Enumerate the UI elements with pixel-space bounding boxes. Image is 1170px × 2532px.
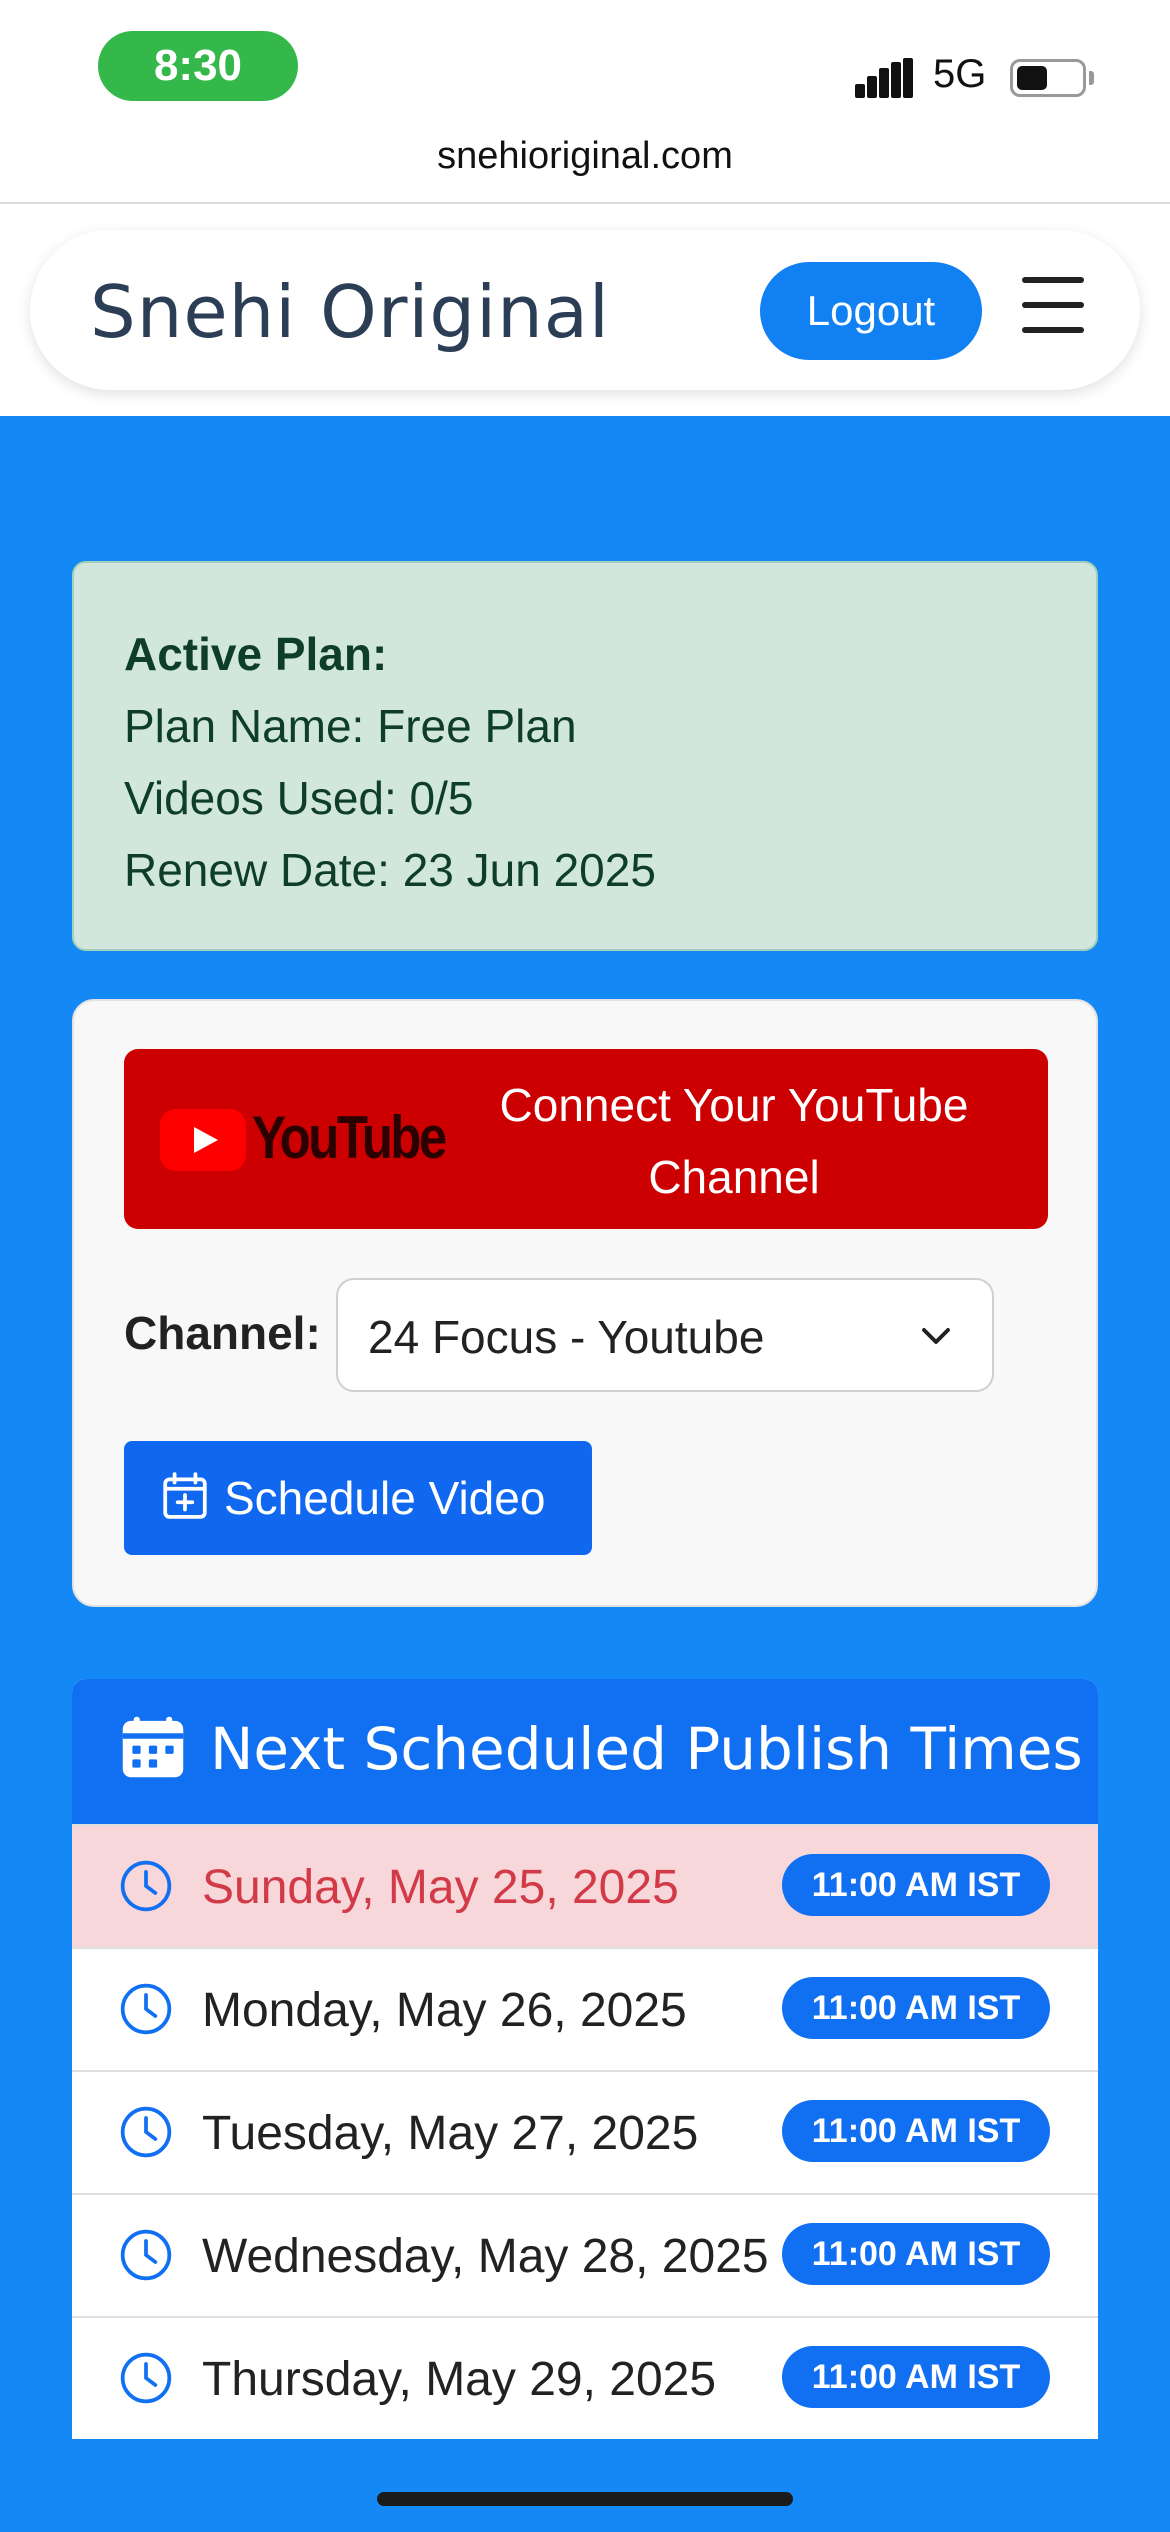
chevron-down-icon xyxy=(922,1328,950,1344)
time-badge: 11:00 AM IST xyxy=(782,2223,1050,2285)
logout-button[interactable]: Logout xyxy=(760,262,982,360)
home-indicator[interactable] xyxy=(377,2492,793,2506)
network-type: 5G xyxy=(933,52,987,96)
clock-icon xyxy=(120,1860,172,1912)
connect-youtube-button[interactable]: YouTube Connect Your YouTube Channel xyxy=(124,1049,1048,1229)
clock-icon xyxy=(120,2352,172,2404)
plan-renew-date: Renew Date: 23 Jun 2025 xyxy=(124,844,656,896)
status-time: 8:30 xyxy=(98,31,298,101)
plan-name: Plan Name: Free Plan xyxy=(124,700,577,752)
schedule-date: Sunday, May 25, 2025 xyxy=(202,1861,679,1914)
status-bar: 8:30 5G snehioriginal.com xyxy=(0,0,1170,204)
schedule-row: Wednesday, May 28, 2025 11:00 AM IST xyxy=(72,2193,1098,2316)
schedule-row: Monday, May 26, 2025 11:00 AM IST xyxy=(72,1947,1098,2070)
navbar: Snehi Original Logout xyxy=(30,230,1140,390)
signal-icon xyxy=(855,58,913,98)
schedule-table: Next Scheduled Publish Times Sunday, May… xyxy=(72,1679,1098,2439)
divider xyxy=(0,202,1170,204)
time-badge: 11:00 AM IST xyxy=(782,2346,1050,2408)
channel-select[interactable]: 24 Focus - Youtube xyxy=(336,1278,994,1392)
time-badge: 11:00 AM IST xyxy=(782,1977,1050,2039)
channel-select-value: 24 Focus - Youtube xyxy=(368,1311,765,1363)
plan-heading: Active Plan: xyxy=(124,628,388,680)
schedule-video-button[interactable]: Schedule Video xyxy=(124,1441,592,1555)
schedule-header: Next Scheduled Publish Times xyxy=(72,1679,1098,1824)
youtube-logo-icon: YouTube xyxy=(160,1104,447,1175)
youtube-wordmark: YouTube xyxy=(252,1104,447,1171)
schedule-date: Tuesday, May 27, 2025 xyxy=(202,2107,699,2160)
battery-cap xyxy=(1089,71,1094,85)
calendar-plus-icon xyxy=(163,1472,207,1519)
active-plan-card: Active Plan: Plan Name: Free Plan Videos… xyxy=(72,561,1098,951)
time-badge: 11:00 AM IST xyxy=(782,2100,1050,2162)
page: 8:30 5G snehioriginal.com Snehi Original… xyxy=(0,0,1170,2532)
schedule-date: Wednesday, May 28, 2025 xyxy=(202,2230,769,2283)
schedule-row: Thursday, May 29, 2025 11:00 AM IST xyxy=(72,2316,1098,2439)
time-badge: 11:00 AM IST xyxy=(782,1854,1050,1916)
menu-icon[interactable] xyxy=(1022,275,1084,335)
battery-icon xyxy=(1010,59,1086,97)
clock-icon xyxy=(120,1983,172,2035)
clock-icon xyxy=(120,2106,172,2158)
channel-label: Channel: xyxy=(124,1307,321,1359)
clock-icon xyxy=(120,2229,172,2281)
main-content: Active Plan: Plan Name: Free Plan Videos… xyxy=(0,416,1170,2532)
plan-videos-used: Videos Used: 0/5 xyxy=(124,772,474,824)
url-bar[interactable]: snehioriginal.com xyxy=(0,135,1170,178)
schedule-title: Next Scheduled Publish Times xyxy=(210,1715,1083,1783)
schedule-date: Monday, May 26, 2025 xyxy=(202,1984,687,2037)
schedule-row: Sunday, May 25, 2025 11:00 AM IST xyxy=(72,1824,1098,1947)
schedule-video-label: Schedule Video xyxy=(224,1472,546,1524)
schedule-row: Tuesday, May 27, 2025 11:00 AM IST xyxy=(72,2070,1098,2193)
schedule-date: Thursday, May 29, 2025 xyxy=(202,2353,717,2406)
calendar-icon xyxy=(122,1716,184,1778)
youtube-connect-card: YouTube Connect Your YouTube Channel Cha… xyxy=(72,999,1098,1607)
connect-youtube-label: Connect Your YouTube Channel xyxy=(499,1079,969,1203)
brand-logo[interactable]: Snehi Original xyxy=(90,270,610,354)
youtube-play-icon xyxy=(160,1109,246,1171)
